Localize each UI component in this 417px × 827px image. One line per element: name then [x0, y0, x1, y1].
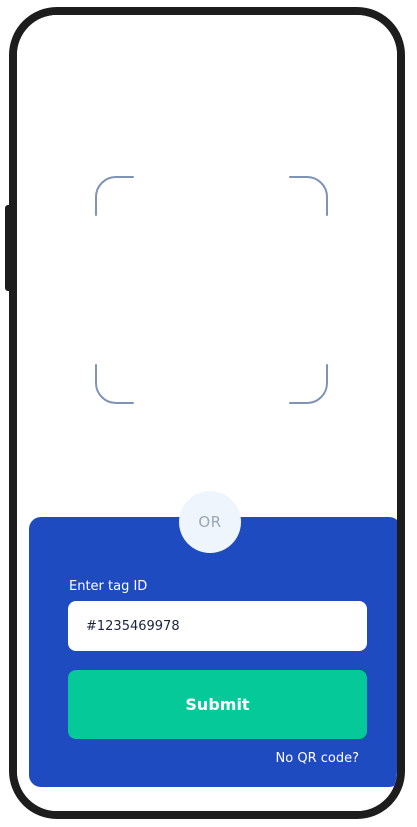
submit-button[interactable]: Submit — [68, 670, 367, 739]
tag-id-input[interactable] — [68, 601, 367, 651]
tag-entry-panel — [29, 517, 397, 787]
tag-id-label: Enter tag ID — [69, 579, 148, 594]
phone-frame: OR Enter tag ID Submit No QR code? — [9, 7, 405, 819]
qr-scan-frame-icon — [95, 175, 328, 405]
scanner-screen: OR Enter tag ID Submit No QR code? — [17, 15, 397, 811]
no-qr-code-link[interactable]: No QR code? — [276, 751, 359, 766]
or-divider-badge: OR — [179, 491, 241, 553]
